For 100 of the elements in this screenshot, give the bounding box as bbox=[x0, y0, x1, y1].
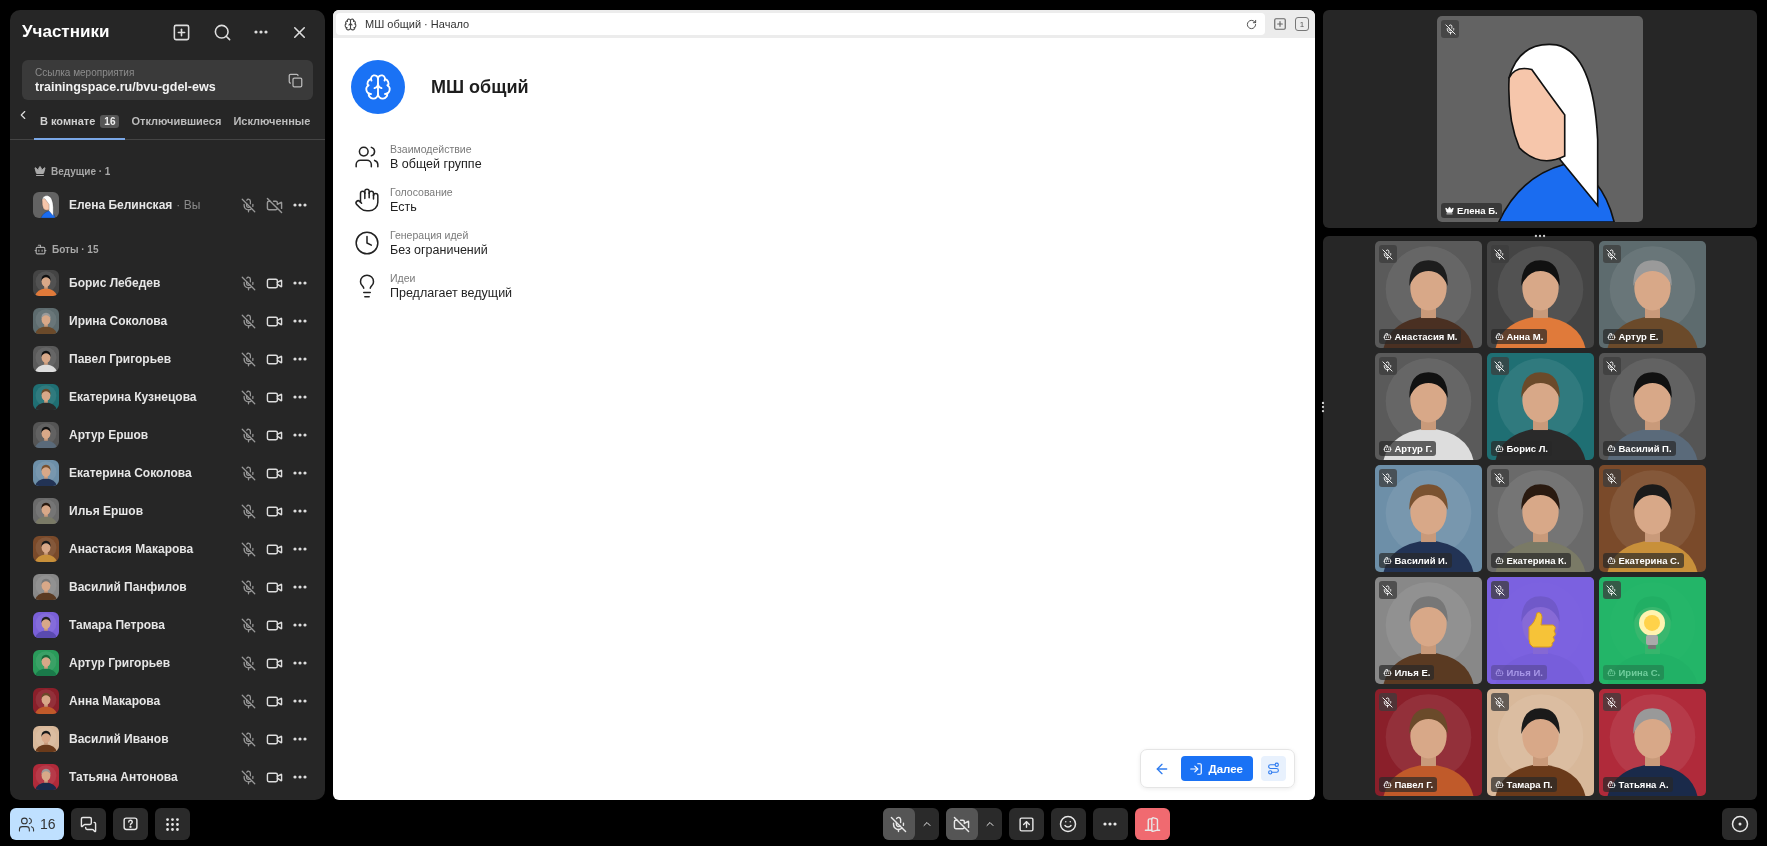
question-icon bbox=[121, 815, 139, 833]
tab[interactable]: Отключившиеся bbox=[125, 104, 228, 140]
property-label: Взаимодействие bbox=[390, 143, 473, 155]
target-icon bbox=[1730, 815, 1749, 833]
more-icon[interactable] bbox=[293, 737, 307, 741]
crown-icon bbox=[1445, 206, 1454, 215]
more-icon bbox=[1103, 822, 1117, 826]
property-value: В общей группе bbox=[390, 157, 482, 171]
participants-button[interactable]: 16 bbox=[10, 808, 64, 840]
camera-off-icon[interactable] bbox=[266, 196, 283, 214]
mic-off-icon[interactable] bbox=[241, 389, 256, 405]
mic-off-icon[interactable] bbox=[241, 769, 256, 785]
target-button[interactable] bbox=[1722, 808, 1757, 840]
tab[interactable]: Исключенные bbox=[227, 104, 317, 140]
tile-name: Василий И. bbox=[1394, 555, 1448, 566]
bot-icon bbox=[1606, 332, 1616, 341]
more-icon[interactable] bbox=[293, 203, 307, 207]
bot-icon bbox=[1382, 668, 1392, 677]
leave-button[interactable] bbox=[1134, 808, 1170, 840]
event-link[interactable]: trainingspace.ru/bvu-gdel-ews bbox=[35, 79, 216, 94]
next-button[interactable]: Далее bbox=[1181, 756, 1253, 781]
mic-off-icon[interactable] bbox=[241, 731, 256, 747]
more-icon[interactable] bbox=[293, 775, 307, 779]
more-icon[interactable] bbox=[293, 623, 307, 627]
bot-icon bbox=[1382, 332, 1392, 341]
participant-name: Илья Ершов bbox=[69, 504, 143, 518]
bot-icon bbox=[1494, 332, 1504, 341]
tile-name: Тамара П. bbox=[1506, 779, 1553, 790]
tile-name: Илья Е. bbox=[1394, 667, 1431, 678]
mic-off-icon[interactable] bbox=[241, 693, 256, 709]
participant-name: Екатерина Соколова bbox=[69, 466, 192, 480]
crown-icon bbox=[34, 165, 46, 177]
participant-name: Борис Лебедев bbox=[69, 276, 161, 290]
more-icon[interactable] bbox=[293, 281, 307, 285]
document-tab[interactable]: МШ общий · Начало bbox=[336, 13, 1265, 35]
tile-name: Екатерина К. bbox=[1506, 555, 1567, 566]
share-screen-button[interactable] bbox=[1008, 808, 1044, 840]
mic-off-icon[interactable] bbox=[241, 351, 256, 367]
tile-name: Артур Е. bbox=[1618, 331, 1659, 342]
more-icon[interactable] bbox=[293, 433, 307, 437]
people-icon bbox=[18, 815, 35, 833]
add-tab-icon[interactable] bbox=[1273, 17, 1287, 31]
mic-off-icon[interactable] bbox=[241, 655, 256, 671]
clock-icon bbox=[354, 230, 380, 256]
mic-off-icon[interactable] bbox=[241, 465, 256, 481]
mic-off-icon[interactable] bbox=[241, 275, 256, 291]
route-button[interactable] bbox=[1261, 756, 1286, 781]
more-icon[interactable] bbox=[293, 471, 307, 475]
copy-icon[interactable] bbox=[288, 72, 303, 88]
participant-name: Артур Ершов bbox=[69, 428, 149, 442]
participant-name: Анастасия Макарова bbox=[69, 542, 194, 556]
apps-button[interactable] bbox=[154, 808, 190, 840]
chat-icon bbox=[79, 815, 97, 833]
tile-name: Василий П. bbox=[1618, 443, 1672, 454]
more-icon[interactable] bbox=[293, 357, 307, 361]
people-icon bbox=[354, 144, 380, 170]
bot-icon bbox=[1494, 556, 1504, 565]
bot-icon bbox=[1606, 668, 1616, 677]
more-icon[interactable] bbox=[293, 547, 307, 551]
participant-name: Анна Макарова bbox=[69, 694, 161, 708]
tile-name: Ирина С. bbox=[1618, 667, 1661, 678]
reactions-button[interactable] bbox=[1050, 808, 1086, 840]
questions-button[interactable] bbox=[112, 808, 148, 840]
mic-off-icon[interactable] bbox=[241, 617, 256, 633]
bot-icon bbox=[1606, 444, 1616, 453]
mic-off-icon[interactable] bbox=[241, 503, 256, 519]
mic-off-icon[interactable] bbox=[241, 197, 256, 213]
more-icon[interactable] bbox=[293, 395, 307, 399]
participant-name: Павел Григорьев bbox=[69, 352, 172, 366]
camera-button[interactable] bbox=[945, 808, 978, 840]
chat-button[interactable] bbox=[70, 808, 106, 840]
more-icon[interactable] bbox=[293, 661, 307, 665]
page-count[interactable]: 1 bbox=[1295, 17, 1309, 31]
participant-name: Артур Григорьев bbox=[69, 656, 171, 670]
mic-off-icon[interactable] bbox=[241, 427, 256, 443]
mic-off-icon[interactable] bbox=[241, 579, 256, 595]
tab[interactable]: В комнате 16 bbox=[34, 104, 126, 140]
mic-off-icon[interactable] bbox=[241, 541, 256, 557]
bot-icon bbox=[1494, 444, 1504, 453]
tab-count: 16 bbox=[100, 114, 120, 128]
tile-name: Павел Г. bbox=[1394, 779, 1434, 790]
participant-name: Елена Белинская bbox=[69, 198, 173, 212]
reload-icon[interactable] bbox=[1246, 18, 1257, 30]
more-icon[interactable] bbox=[293, 585, 307, 589]
participant-name: Татьяна Антонова bbox=[69, 770, 178, 784]
bot-icon bbox=[34, 242, 47, 256]
group-title: Ведущие · 1 bbox=[51, 165, 111, 177]
mic-button[interactable] bbox=[882, 808, 915, 840]
route-icon bbox=[1267, 761, 1280, 776]
brain-icon bbox=[344, 17, 357, 31]
property-value: Предлагает ведущий bbox=[390, 286, 513, 300]
mic-off-icon[interactable] bbox=[241, 313, 256, 329]
search-icon bbox=[213, 22, 232, 42]
more-icon[interactable] bbox=[293, 319, 307, 323]
bot-icon bbox=[1606, 556, 1616, 565]
more-icon[interactable] bbox=[293, 509, 307, 513]
more-icon[interactable] bbox=[293, 699, 307, 703]
property-label: Голосование bbox=[390, 186, 453, 198]
document-title: МШ общий bbox=[431, 76, 529, 98]
bot-icon bbox=[1382, 556, 1392, 565]
